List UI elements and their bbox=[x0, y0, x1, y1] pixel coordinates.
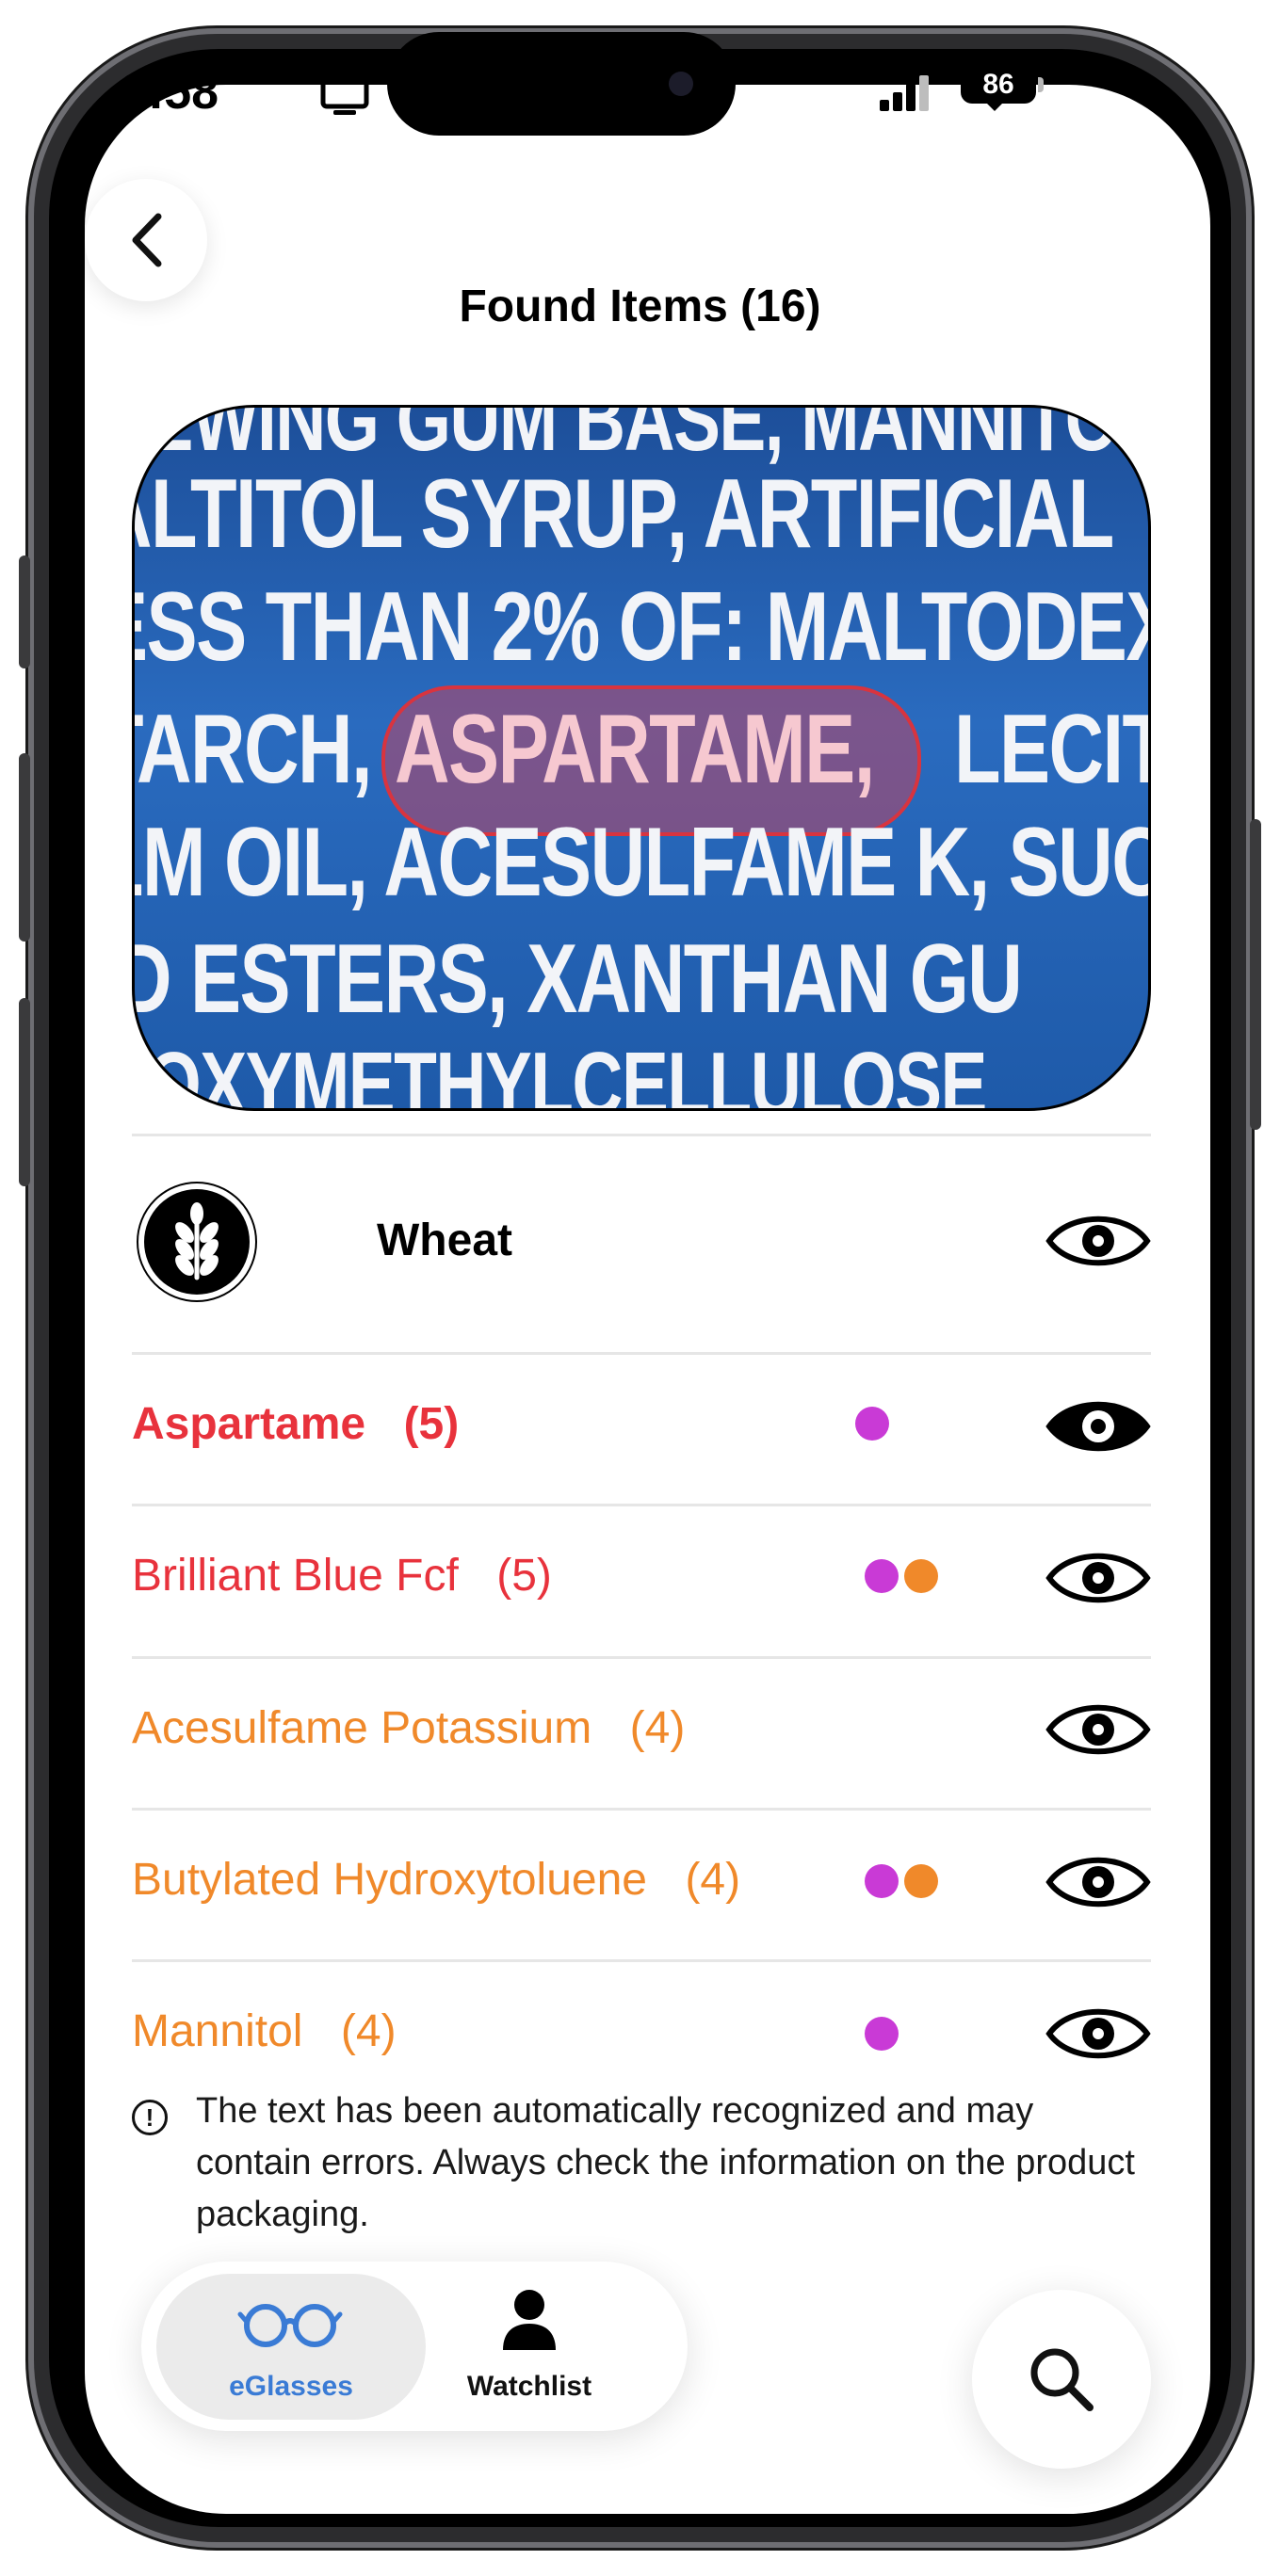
eye-filled-icon[interactable] bbox=[1045, 1393, 1151, 1459]
eye-icon[interactable] bbox=[1045, 1208, 1151, 1274]
ingredient-name: Butylated Hydroxytoluene bbox=[132, 1855, 647, 1905]
mute-switch bbox=[19, 555, 30, 668]
scanned-label-image[interactable]: HEWING GUM BASE, MANNITO ALTITOL SYRUP, … bbox=[132, 405, 1151, 1111]
scan-text-line: TARCH, bbox=[135, 695, 373, 804]
highlighted-ingredient: ASPARTAME, bbox=[395, 695, 875, 804]
eye-icon-clip bbox=[1045, 2001, 1151, 2059]
divider bbox=[132, 1352, 1151, 1355]
page-title: Found Items (16) bbox=[459, 282, 821, 331]
divider bbox=[132, 1504, 1151, 1506]
tab-label-eglasses: eGlasses bbox=[229, 2371, 353, 2402]
ingredient-count: (4) bbox=[340, 2006, 397, 2056]
tab-watchlist[interactable]: Watchlist bbox=[433, 2371, 625, 2403]
ingredient-name: Mannitol bbox=[132, 2006, 303, 2056]
cellular-signal-icon bbox=[880, 75, 929, 111]
eye-icon[interactable] bbox=[1045, 1849, 1151, 1915]
screen-mirroring-icon bbox=[320, 77, 369, 115]
battery-indicator: 86 bbox=[961, 66, 1036, 104]
scan-text-line: ALTITOL SYRUP, ARTIFICIAL bbox=[132, 459, 1114, 569]
ingredient-count: (5) bbox=[403, 1399, 460, 1449]
eye-icon[interactable] bbox=[1045, 1697, 1151, 1763]
ingredient-count: (5) bbox=[496, 1551, 552, 1601]
category-dot bbox=[865, 1559, 899, 1593]
ingredient-row-mannitol[interactable]: Mannitol (4) bbox=[132, 2005, 397, 2057]
search-button[interactable] bbox=[972, 2290, 1151, 2469]
ingredient-count: (4) bbox=[685, 1855, 741, 1905]
front-camera bbox=[669, 72, 693, 96]
ingredient-name: Aspartame bbox=[132, 1399, 366, 1449]
eye-icon[interactable] bbox=[1045, 2001, 1151, 2059]
ingredient-row-bht[interactable]: Butylated Hydroxytoluene (4) bbox=[132, 1854, 740, 1906]
chevron-left-icon bbox=[132, 213, 162, 267]
person-icon[interactable] bbox=[499, 2288, 559, 2352]
wheat-icon bbox=[175, 1202, 219, 1280]
scan-text-line: ROXYMETHYLCELLULOSE bbox=[132, 1034, 987, 1111]
ingredient-row-aspartame[interactable]: Aspartame (5) bbox=[132, 1398, 459, 1450]
battery-tip bbox=[1038, 77, 1044, 92]
scan-text-line: ID ESTERS, XANTHAN GU bbox=[132, 925, 1023, 1034]
divider bbox=[132, 1134, 1151, 1136]
ingredient-name: Acesulfame Potassium bbox=[132, 1703, 592, 1753]
category-dot bbox=[904, 1559, 938, 1593]
category-dot bbox=[855, 1407, 889, 1441]
info-icon: ! bbox=[132, 2100, 168, 2135]
status-time: 3:58 bbox=[121, 65, 219, 120]
ingredient-count: (4) bbox=[629, 1703, 686, 1753]
volume-down-button bbox=[19, 998, 30, 1186]
volume-up-button bbox=[19, 753, 30, 942]
allergen-label: Wheat bbox=[377, 1216, 512, 1265]
category-dot bbox=[904, 1864, 938, 1898]
ingredient-name: Brilliant Blue Fcf bbox=[132, 1551, 459, 1601]
disclaimer-text: The text has been automatically recogniz… bbox=[196, 2091, 1135, 2234]
category-dot bbox=[865, 1864, 899, 1898]
scan-text-line: ESS THAN 2% OF: MALTODEX bbox=[132, 572, 1151, 682]
power-button bbox=[1250, 819, 1261, 1130]
scan-text-line: LECIT bbox=[954, 695, 1151, 804]
search-icon bbox=[1030, 2348, 1094, 2411]
glasses-icon bbox=[237, 2304, 343, 2347]
category-dot bbox=[865, 2017, 899, 2051]
scan-text-line: LM OIL, ACESULFAME K, SUC bbox=[132, 808, 1151, 917]
allergen-badge bbox=[137, 1182, 257, 1302]
ingredient-row-acesulfame[interactable]: Acesulfame Potassium (4) bbox=[132, 1702, 685, 1754]
eye-icon[interactable] bbox=[1045, 1545, 1151, 1611]
divider bbox=[132, 1959, 1151, 1962]
divider bbox=[132, 1656, 1151, 1659]
divider bbox=[132, 1808, 1151, 1811]
ingredient-row-brilliant-blue[interactable]: Brilliant Blue Fcf (5) bbox=[132, 1550, 552, 1602]
